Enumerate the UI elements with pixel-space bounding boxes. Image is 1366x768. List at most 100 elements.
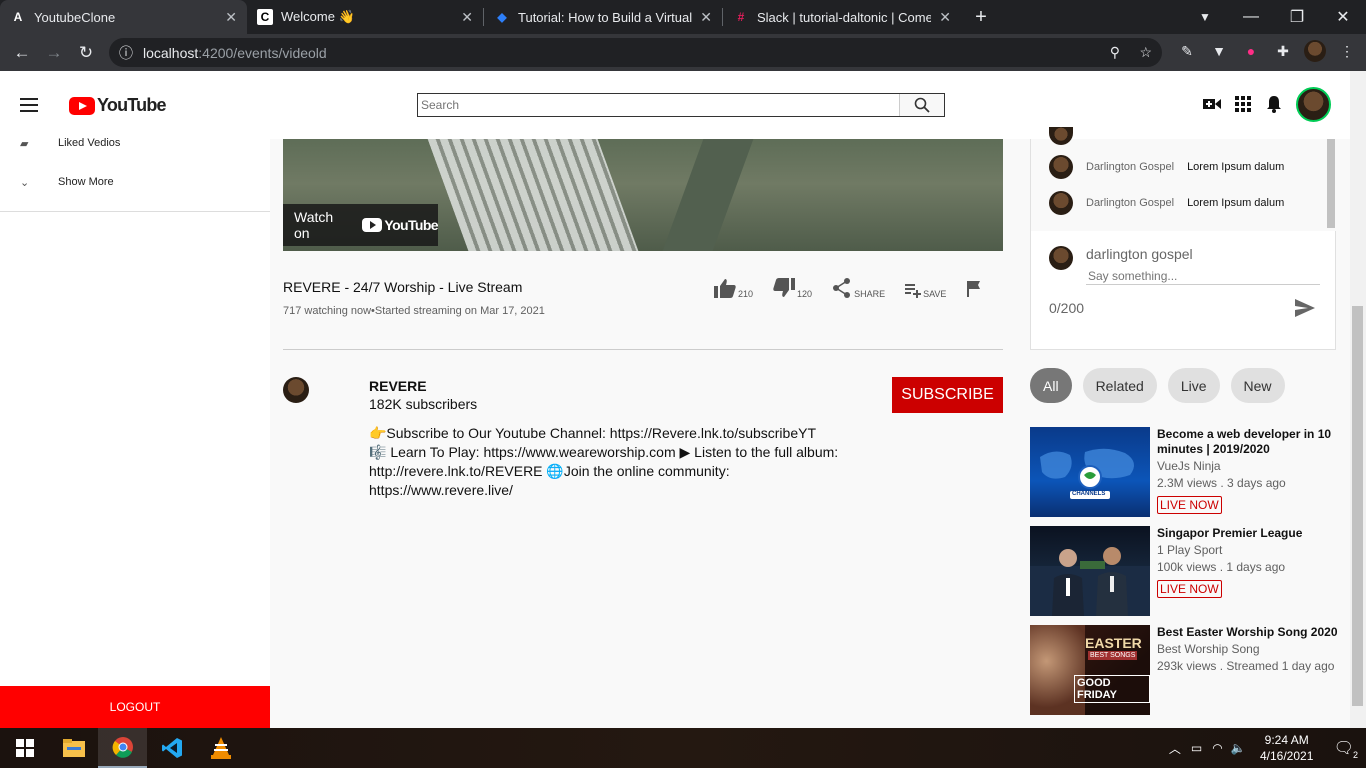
chat-scrollbar[interactable]: [1327, 139, 1335, 228]
sidebar-item-liked-videos[interactable]: ▰ Liked Vedios: [0, 133, 120, 153]
scrollbar-thumb[interactable]: [1352, 306, 1363, 706]
subscribe-button[interactable]: SUBSCRIBE: [892, 377, 1003, 413]
address-bar[interactable]: ⓘ localhost:4200/events/videold ⚲ ☆: [109, 38, 1162, 67]
chevron-up-icon[interactable]: ︿: [1169, 740, 1181, 757]
menu-icon[interactable]: [20, 98, 38, 112]
chevron-down-icon: ⌄: [20, 176, 30, 189]
tab-youtubeclone[interactable]: A YoutubeClone ✕: [0, 0, 247, 34]
close-icon[interactable]: ✕: [700, 9, 712, 26]
info-icon[interactable]: ⓘ: [119, 43, 133, 63]
thumbnail-channel-label: CHANNELS: [1072, 491, 1106, 497]
chip-new[interactable]: New: [1230, 368, 1285, 403]
report-button[interactable]: [966, 280, 982, 298]
header-actions: [1203, 95, 1283, 113]
page-scrollbar[interactable]: [1350, 71, 1366, 728]
apps-grid-icon[interactable]: [1234, 95, 1252, 113]
chip-related[interactable]: Related: [1082, 368, 1157, 403]
confluence-icon: ◆: [497, 10, 507, 24]
sidebar-item-label: Liked Vedios: [58, 137, 121, 149]
user-avatar[interactable]: [1296, 87, 1331, 122]
minimize-button[interactable]: —: [1228, 8, 1274, 26]
save-button[interactable]: SAVE: [905, 282, 946, 299]
logout-button[interactable]: LOGOUT: [0, 686, 270, 728]
description-line: 🎼 Learn To Play: https://www.weareworshi…: [369, 444, 839, 498]
recommendation-item[interactable]: Singapor Premier League 1 Play Sport 100…: [1030, 526, 1340, 616]
recommendation-title[interactable]: Singapor Premier League: [1157, 526, 1340, 541]
forward-button[interactable]: →: [38, 43, 70, 63]
notifications-icon[interactable]: 🗨 2: [1334, 738, 1358, 760]
chat-author: Darlington Gospel: [1086, 197, 1175, 209]
wifi-icon[interactable]: ◠: [1212, 741, 1222, 755]
new-tab-button[interactable]: +: [961, 0, 1001, 34]
chat-author: Darlington Gospel: [1086, 161, 1175, 173]
divider: [283, 349, 1003, 350]
clock[interactable]: 9:24 AM 4/16/2021: [1252, 732, 1322, 764]
puzzle-icon[interactable]: ✚: [1272, 40, 1294, 62]
extension-pink-icon[interactable]: ●: [1240, 40, 1262, 62]
angular-icon: A: [13, 10, 23, 24]
bell-icon[interactable]: [1265, 95, 1283, 113]
dislike-button[interactable]: 120: [773, 278, 812, 299]
vlc-icon[interactable]: [196, 728, 245, 768]
reload-button[interactable]: ↻: [70, 43, 102, 63]
recommendation-title[interactable]: Become a web developer in 10 minutes | 2…: [1157, 427, 1340, 457]
channel-name[interactable]: REVERE: [369, 378, 427, 394]
zoom-icon[interactable]: ⚲: [1110, 44, 1120, 61]
chip-live[interactable]: Live: [1167, 368, 1220, 403]
world-map-graphic: [1040, 448, 1134, 499]
chat-text: Lorem Ipsum dalum: [1187, 197, 1285, 209]
thumbnail-best-songs: BEST SONGS: [1088, 651, 1138, 660]
tab-search-icon[interactable]: ▼: [1182, 10, 1228, 24]
video-title: REVERE - 24/7 Worship - Live Stream: [283, 279, 523, 295]
bookmark-star-icon[interactable]: ☆: [1139, 44, 1152, 61]
tab-welcome[interactable]: C Welcome 👋 ✕: [247, 0, 483, 34]
thumb-up-icon: [714, 279, 736, 298]
close-icon[interactable]: ✕: [225, 9, 237, 26]
recommendation-item[interactable]: CHANNELS Become a web developer in 10 mi…: [1030, 427, 1340, 517]
video-thumbnail[interactable]: [1030, 526, 1150, 616]
chrome-icon[interactable]: [98, 728, 147, 768]
close-icon[interactable]: ✕: [461, 9, 473, 26]
search-input[interactable]: [418, 94, 900, 116]
recommendation-item[interactable]: EASTER BEST SONGS GOOD FRIDAY Best Easte…: [1030, 625, 1340, 715]
thumb-up-icon: ▰: [20, 137, 29, 150]
tab-tutorial[interactable]: ◆ Tutorial: How to Build a Virtual E ✕: [484, 0, 722, 34]
recommendation-info: Become a web developer in 10 minutes | 2…: [1157, 427, 1340, 514]
extension-v-icon[interactable]: ▼: [1208, 40, 1230, 62]
search-button[interactable]: [900, 94, 944, 116]
extension-pen-icon[interactable]: ✎: [1176, 40, 1198, 62]
video-thumbnail[interactable]: CHANNELS: [1030, 427, 1150, 517]
notification-count: 2: [1352, 750, 1358, 760]
restore-button[interactable]: ❐: [1274, 7, 1320, 27]
back-button[interactable]: ←: [6, 43, 38, 63]
file-explorer-icon[interactable]: [49, 728, 98, 768]
chip-all[interactable]: All: [1030, 368, 1072, 403]
video-player[interactable]: Watch on YouTube: [283, 139, 1003, 251]
volume-icon[interactable]: 🔈: [1231, 741, 1246, 755]
share-button[interactable]: SHARE: [832, 278, 885, 299]
send-icon[interactable]: [1295, 299, 1315, 322]
windows-start-icon[interactable]: [0, 728, 49, 768]
system-tray: ︿ ▭ ◠ 🔈 9:24 AM 4/16/2021 🗨 2: [1169, 728, 1366, 768]
recommendation-info: Singapor Premier League 1 Play Sport 100…: [1157, 526, 1340, 598]
vscode-icon[interactable]: [147, 728, 196, 768]
like-button[interactable]: 210: [714, 278, 753, 299]
recommendation-info: Best Easter Worship Song 2020 Best Worsh…: [1157, 625, 1340, 674]
profile-avatar[interactable]: [1304, 40, 1326, 62]
video-camera-icon[interactable]: [1203, 95, 1221, 113]
compose-author: darlington gospel: [1086, 246, 1193, 262]
close-icon[interactable]: ✕: [939, 9, 951, 26]
watch-on-youtube-button[interactable]: Watch on YouTube: [283, 204, 439, 246]
sidebar-item-show-more[interactable]: ⌄ Show More: [0, 172, 114, 192]
channel-avatar[interactable]: [283, 377, 309, 403]
url-path: :4200/events/videold: [198, 44, 327, 61]
recommendation-title[interactable]: Best Easter Worship Song 2020: [1157, 625, 1340, 640]
tab-slack[interactable]: # Slack | tutorial-daltonic | CometC ✕: [723, 0, 961, 34]
youtube-logo[interactable]: YouTube: [69, 95, 167, 116]
battery-icon[interactable]: ▭: [1191, 741, 1202, 755]
video-frame-texture: [427, 139, 639, 251]
video-thumbnail[interactable]: EASTER BEST SONGS GOOD FRIDAY: [1030, 625, 1150, 715]
close-window-button[interactable]: ✕: [1320, 7, 1366, 27]
chat-input[interactable]: [1086, 267, 1320, 285]
more-menu-icon[interactable]: ⋮: [1336, 40, 1358, 62]
